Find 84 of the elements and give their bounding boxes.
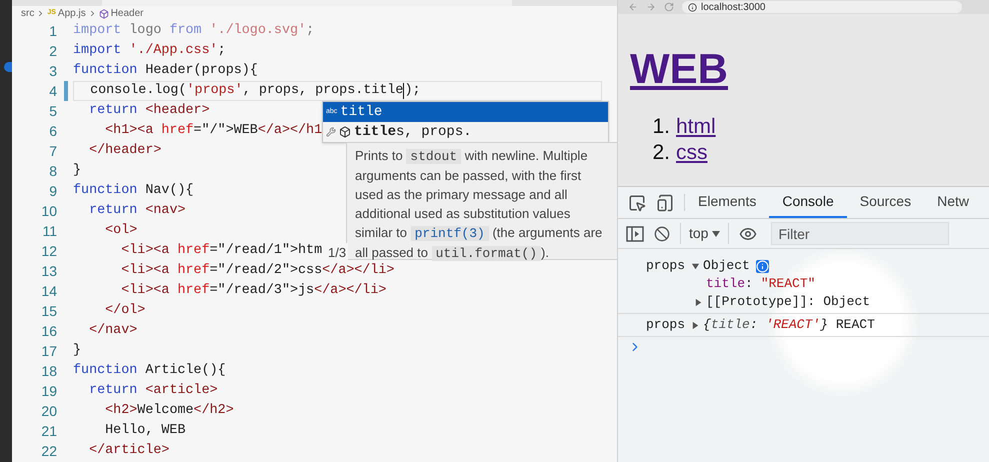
log-value: REACT bbox=[836, 316, 875, 334]
clear-console-icon[interactable] bbox=[654, 226, 670, 242]
code-line: <li><a href="/read/2">css</a></li> bbox=[120, 262, 394, 280]
line-number: 4 bbox=[48, 82, 57, 100]
inspect-icon[interactable] bbox=[628, 194, 646, 212]
line-number: 22 bbox=[40, 442, 57, 460]
code-line: <li><a href="/read/1">htm bbox=[120, 242, 322, 260]
property-key: [[Prototype]] bbox=[706, 292, 808, 312]
property-value: Object bbox=[823, 293, 870, 312]
property-separator: : bbox=[745, 275, 753, 294]
line-number: 9 bbox=[48, 182, 57, 200]
code-line: function Header(props){ bbox=[73, 62, 258, 80]
code-line: function Nav(){ bbox=[73, 182, 194, 200]
code-line: <h2>Welcome</h2> bbox=[104, 402, 234, 420]
code-line: return <nav> bbox=[88, 202, 186, 220]
code-line: </nav> bbox=[88, 322, 138, 340]
expand-triangle-icon[interactable] bbox=[694, 298, 703, 306]
code-line: import logo from './logo.svg'; bbox=[73, 22, 314, 40]
breadcrumb-item[interactable]: Header bbox=[110, 6, 144, 21]
line-number: 14 bbox=[40, 282, 57, 300]
code-line: Hello, WEB bbox=[104, 422, 186, 440]
wrench-icon bbox=[326, 127, 336, 137]
expand-triangle-icon[interactable] bbox=[691, 320, 700, 330]
breadcrumb-item[interactable]: App.js bbox=[58, 6, 86, 21]
sidebar-toggle-icon[interactable] bbox=[626, 226, 644, 242]
log-label: props bbox=[646, 316, 686, 334]
object-summary[interactable]: Object bbox=[703, 256, 750, 276]
code-line: } bbox=[73, 162, 82, 180]
line-number: 21 bbox=[40, 422, 57, 440]
line-number: 19 bbox=[40, 382, 57, 400]
filter-field[interactable]: Filter bbox=[771, 222, 950, 245]
code-line: <ol> bbox=[104, 222, 138, 240]
list-number: 1. bbox=[652, 114, 670, 140]
suggestion-item[interactable]: titles, props. bbox=[323, 122, 608, 142]
code-line: </ol> bbox=[104, 302, 146, 320]
line-number: 17 bbox=[40, 342, 57, 360]
devtools-tab[interactable]: Console bbox=[769, 187, 847, 218]
cube-icon bbox=[98, 8, 109, 18]
info-icon[interactable] bbox=[756, 260, 769, 272]
breadcrumb-item[interactable]: src bbox=[21, 6, 34, 21]
code-line: </header> bbox=[88, 142, 162, 160]
devtools-tab[interactable]: Netw bbox=[924, 187, 982, 218]
line-number: 15 bbox=[40, 302, 57, 320]
line-number: 6 bbox=[48, 122, 57, 140]
line-number: 2 bbox=[48, 42, 57, 60]
code-line: } bbox=[73, 342, 82, 360]
log-label: props bbox=[646, 257, 686, 276]
property-separator: : bbox=[807, 293, 816, 312]
overload-counter[interactable]: 1/3 bbox=[326, 243, 348, 262]
object-preview[interactable]: {title: 'REACT'} bbox=[703, 315, 828, 335]
code-line: <li><a href="/read/3">js</a></li> bbox=[120, 282, 386, 300]
devtools-tab[interactable]: Sources bbox=[846, 187, 924, 218]
property-key: title bbox=[706, 274, 746, 294]
devtools-tab[interactable]: Elements bbox=[685, 187, 770, 218]
list-number: 2. bbox=[652, 140, 670, 166]
documentation-text: Prints to stdout with newline. Multiple arguments can be passed, with the first used as the primary message and all additional used as substitution values similar to printf(3) (the arguments are all passed to util.format() ). bbox=[355, 147, 603, 263]
property-value: "REACT" bbox=[760, 275, 816, 294]
line-number: 1 bbox=[48, 22, 57, 40]
code-line: import './App.css'; bbox=[73, 42, 226, 60]
heading-link[interactable]: WEB bbox=[630, 44, 728, 94]
list-link[interactable]: html bbox=[676, 114, 716, 140]
line-number: 7 bbox=[48, 142, 57, 160]
list-link[interactable]: css bbox=[676, 140, 708, 166]
code-line: return <article> bbox=[88, 382, 218, 400]
address-bar[interactable]: localhost:3000 bbox=[682, 1, 962, 13]
collapse-triangle-icon[interactable] bbox=[691, 262, 700, 270]
line-number: 8 bbox=[48, 162, 57, 180]
device-toolbar-icon[interactable] bbox=[656, 194, 674, 212]
caret-icon bbox=[712, 230, 720, 236]
code-line: return <header> bbox=[88, 102, 210, 120]
line-number: 11 bbox=[41, 222, 57, 240]
code-line: </article> bbox=[88, 442, 170, 460]
line-number: 5 bbox=[48, 102, 57, 120]
cube-icon bbox=[339, 126, 351, 138]
line-number: 16 bbox=[40, 322, 57, 340]
context-dropdown[interactable]: top bbox=[680, 223, 730, 244]
line-number: 3 bbox=[48, 62, 57, 80]
code-line: <h1><a href="/">WEB</a></h1 bbox=[104, 122, 322, 140]
code-line: function Article(){ bbox=[73, 362, 226, 380]
line-number: 13 bbox=[40, 262, 57, 280]
line-number: 12 bbox=[40, 242, 57, 260]
line-number: 18 bbox=[40, 362, 57, 380]
line-number: 10 bbox=[40, 202, 57, 220]
line-number: 20 bbox=[40, 402, 57, 420]
